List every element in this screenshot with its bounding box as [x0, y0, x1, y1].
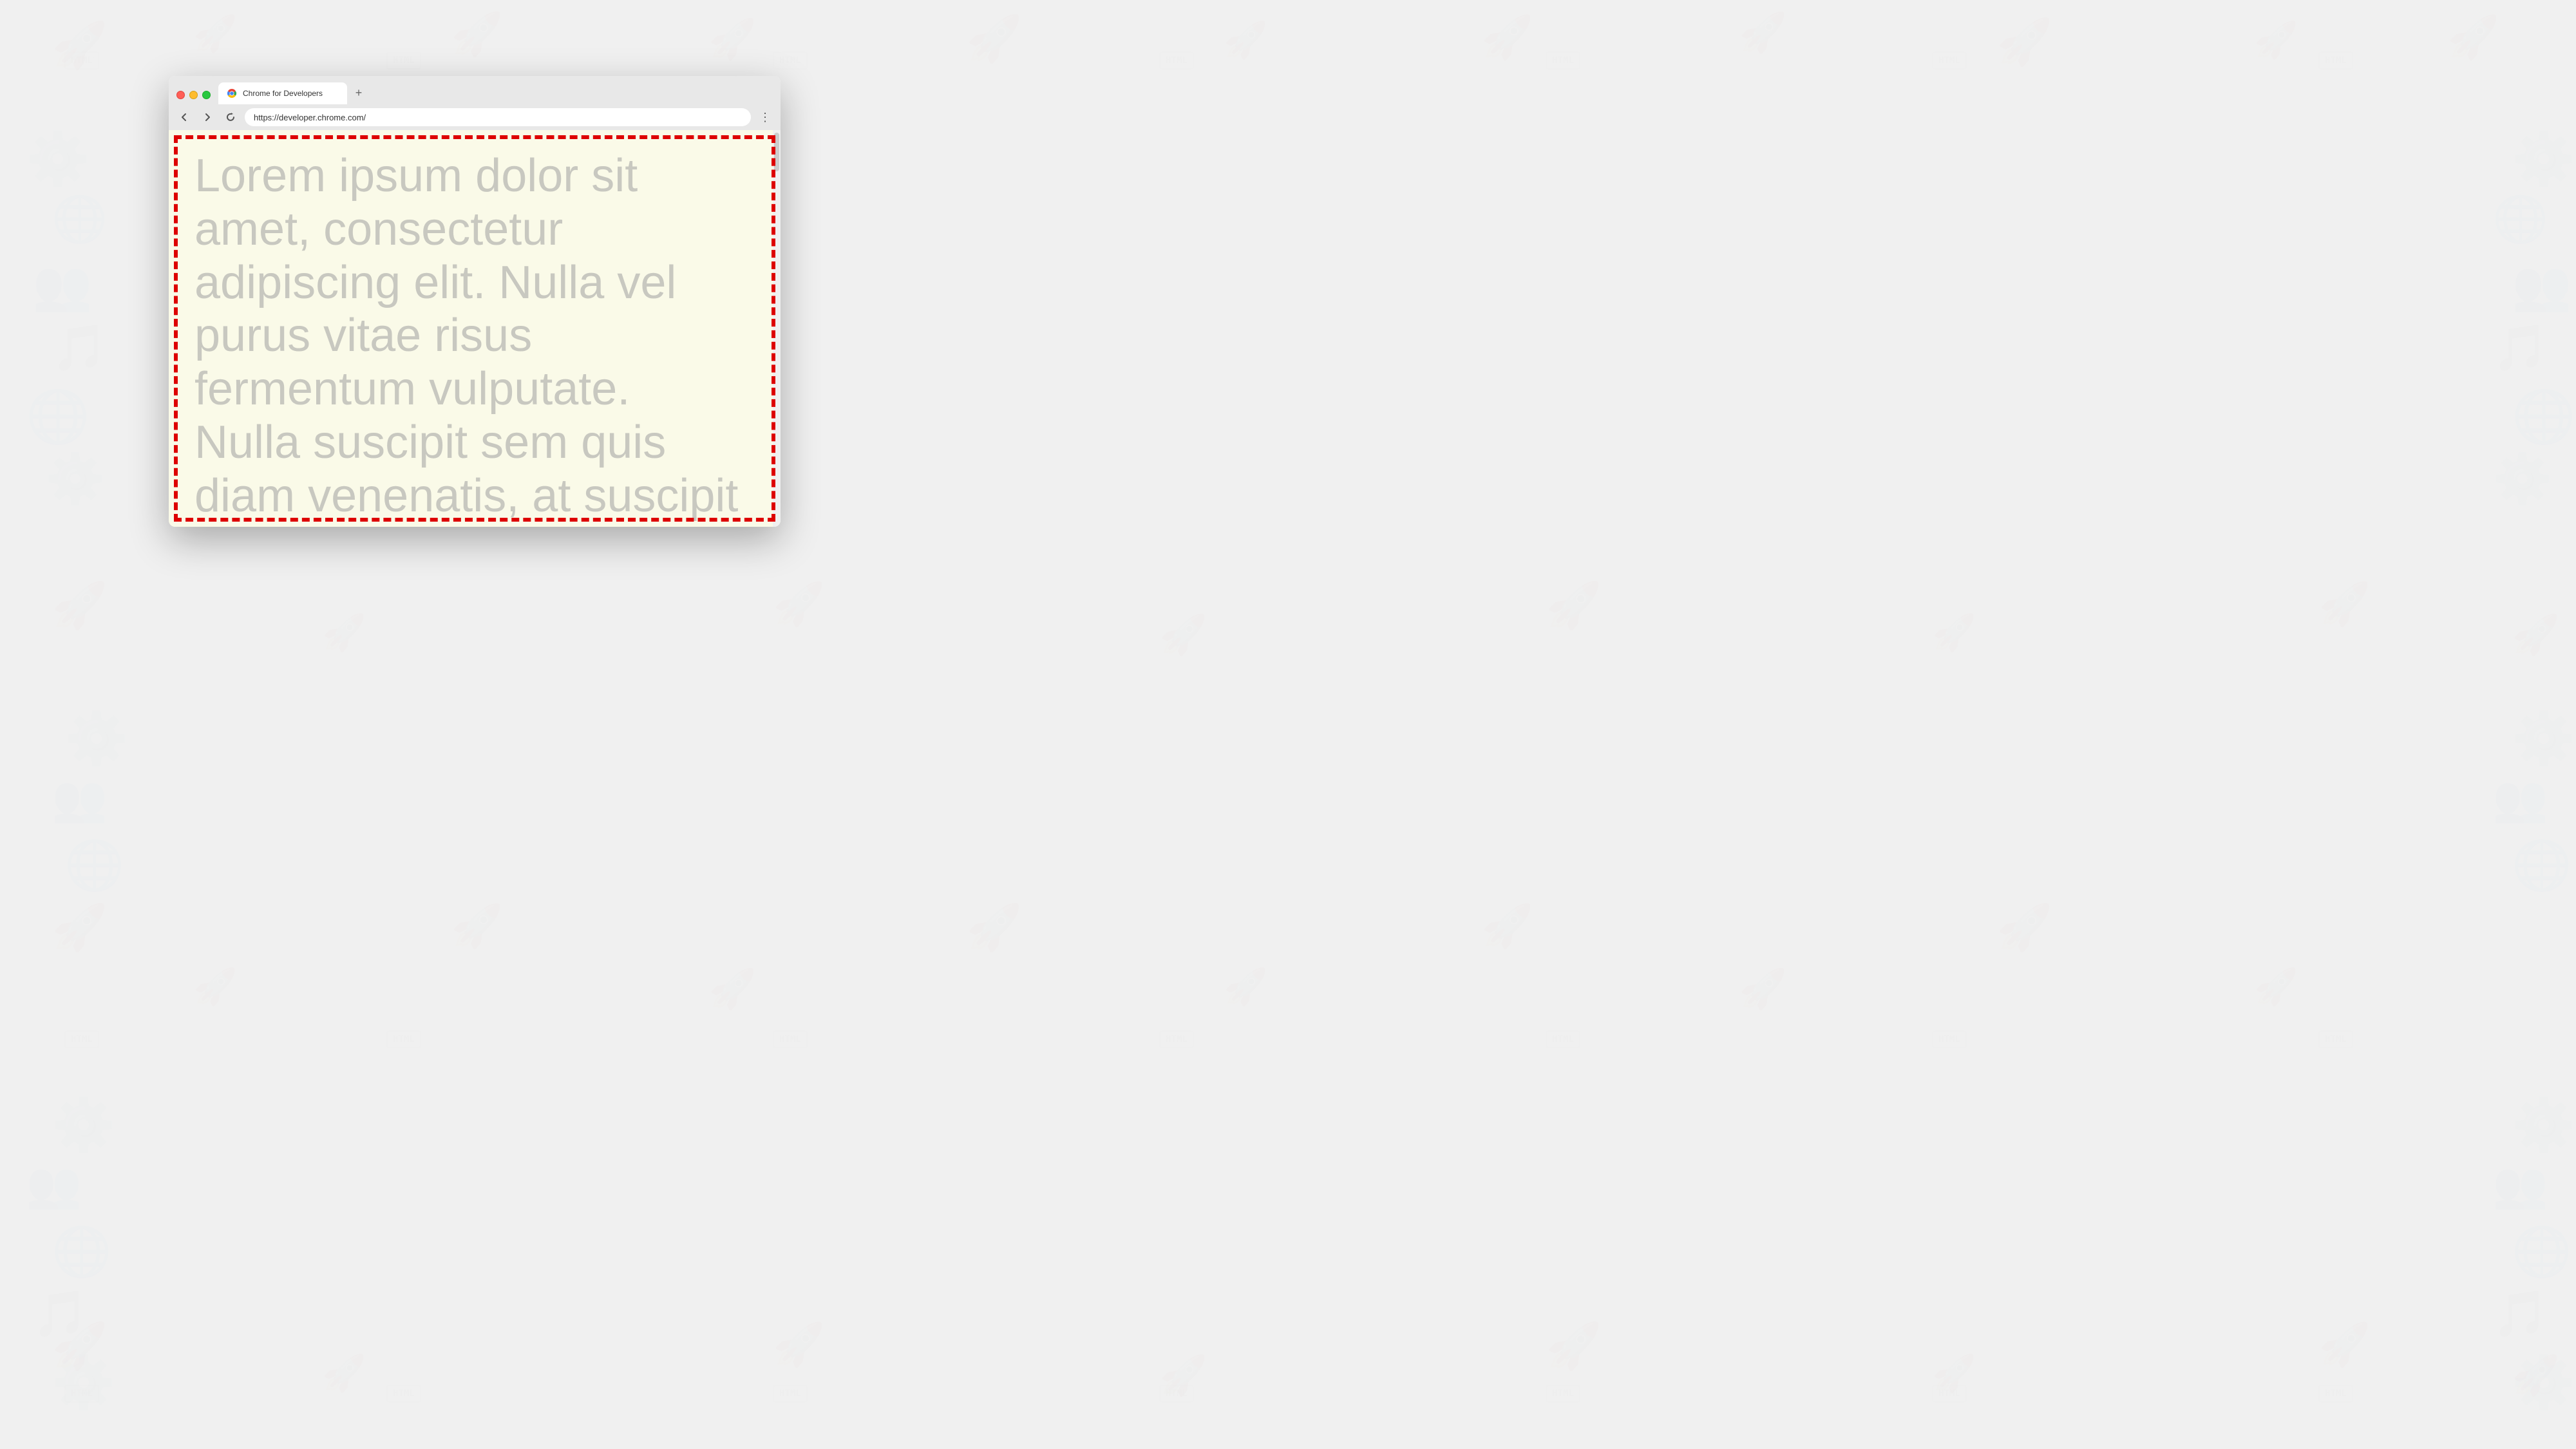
address-bar-row: ⋮ — [169, 104, 781, 130]
scrollbar[interactable] — [773, 130, 781, 527]
forward-icon — [202, 112, 213, 122]
scrollbar-thumb[interactable] — [774, 133, 779, 171]
lorem-ipsum-text: Lorem ipsum dolor sit amet, consectetur … — [169, 130, 773, 527]
reload-button[interactable] — [222, 108, 240, 126]
tab-title: Chrome for Developers — [243, 89, 339, 98]
minimize-button[interactable] — [189, 91, 198, 99]
back-button[interactable] — [175, 108, 193, 126]
tab-favicon — [226, 88, 238, 99]
browser-menu-button[interactable]: ⋮ — [756, 108, 774, 126]
title-bar: Chrome for Developers + — [169, 76, 781, 104]
traffic-lights — [176, 91, 211, 99]
back-icon — [179, 112, 189, 122]
forward-button[interactable] — [198, 108, 216, 126]
maximize-button[interactable] — [202, 91, 211, 99]
page-content: Lorem ipsum dolor sit amet, consectetur … — [169, 130, 781, 527]
browser-window: Chrome for Developers + ⋮ — [169, 76, 781, 527]
close-button[interactable] — [176, 91, 185, 99]
address-input[interactable] — [245, 108, 751, 126]
browser-tab[interactable]: Chrome for Developers — [218, 82, 347, 104]
reload-icon — [225, 112, 236, 122]
new-tab-button[interactable]: + — [350, 84, 368, 102]
